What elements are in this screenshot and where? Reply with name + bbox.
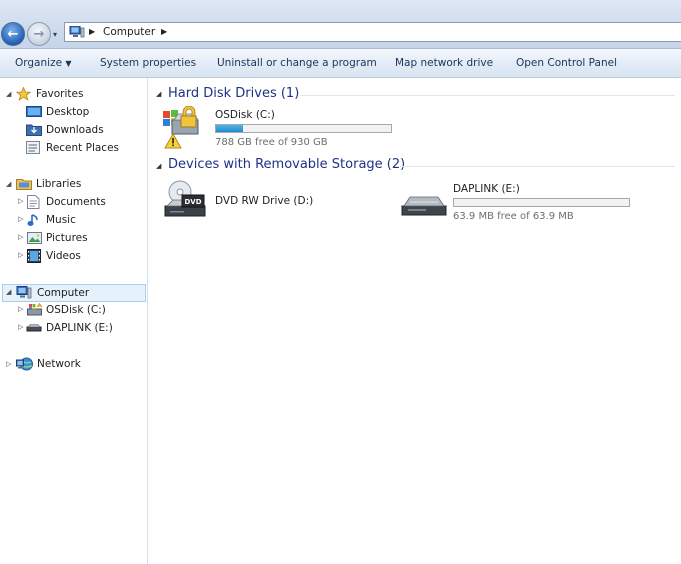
back-button[interactable]: ← — [1, 22, 25, 46]
map-network-drive-button[interactable]: Map network drive — [395, 57, 493, 69]
drive-c-usage-fill — [216, 125, 243, 132]
drive-tile-d[interactable]: DVD DVD RW Drive (D:) — [162, 180, 382, 222]
music-icon — [27, 214, 38, 226]
system-drive-icon — [27, 303, 42, 316]
drive-e-usage-bar — [453, 198, 630, 207]
system-drive-icon — [163, 106, 199, 149]
documents-icon — [27, 195, 40, 209]
collapsed-triangle-icon[interactable]: ▷ — [18, 233, 23, 241]
network-icon — [16, 357, 33, 371]
expanded-triangle-icon[interactable]: ◢ — [6, 90, 11, 98]
pictures-icon — [27, 232, 42, 244]
removable-drive-icon — [401, 196, 447, 216]
drive-tile-e[interactable]: DAPLINK (E:) 63.9 MB free of 63.9 MB — [400, 180, 640, 222]
collapsed-triangle-icon[interactable]: ▷ — [6, 360, 11, 368]
open-control-panel-button[interactable]: Open Control Panel — [516, 57, 617, 69]
nav-downloads-label: Downloads — [46, 124, 104, 136]
group-removable-storage[interactable]: Devices with Removable Storage (2) — [168, 157, 405, 172]
star-icon — [16, 87, 31, 101]
address-field[interactable]: ▶ Computer ▶ — [64, 22, 681, 42]
videos-icon — [27, 249, 41, 263]
collapse-group-triangle-icon[interactable]: ◢ — [156, 162, 161, 170]
drive-d-name: DVD RW Drive (D:) — [215, 195, 314, 207]
group-hard-disk-drives[interactable]: Hard Disk Drives (1) — [168, 86, 299, 101]
nav-computer-label: Computer — [37, 287, 90, 299]
group-divider — [300, 95, 675, 96]
organize-button[interactable]: Organize ▼ — [15, 57, 72, 69]
arrow-left-icon: ← — [7, 26, 19, 42]
address-bar-region: ← → ▾ ▶ Computer ▶ — [0, 0, 681, 49]
nav-videos-label: Videos — [46, 250, 81, 262]
navigation-pane: ◢ Favorites Desktop Downloads Recent Pla… — [0, 78, 148, 564]
nav-documents-label: Documents — [46, 196, 106, 208]
nav-music-label: Music — [46, 214, 76, 226]
computer-icon — [69, 26, 85, 38]
collapse-group-triangle-icon[interactable]: ◢ — [156, 90, 161, 98]
computer-icon — [16, 286, 32, 299]
dvd-drive-icon: DVD — [164, 180, 206, 217]
command-bar: Organize ▼ System properties Uninstall o… — [0, 49, 681, 78]
drive-c-usage-bar — [215, 124, 392, 133]
expanded-triangle-icon[interactable]: ◢ — [6, 288, 11, 296]
collapsed-triangle-icon[interactable]: ▷ — [18, 215, 23, 223]
breadcrumb-computer[interactable]: Computer — [103, 26, 155, 38]
drive-c-name: OSDisk (C:) — [215, 109, 275, 121]
system-properties-button[interactable]: System properties — [100, 57, 196, 69]
collapsed-triangle-icon[interactable]: ▷ — [18, 305, 23, 313]
downloads-folder-icon — [26, 124, 42, 136]
chevron-down-icon: ▼ — [65, 59, 72, 68]
libraries-icon — [16, 179, 32, 190]
dvd-label: DVD — [184, 198, 201, 206]
content-pane: ◢ Hard Disk Drives (1) OSDisk (C:) 788 G… — [148, 78, 681, 564]
uninstall-program-button[interactable]: Uninstall or change a program — [217, 57, 377, 69]
drive-e-free-space: 63.9 MB free of 63.9 MB — [453, 211, 574, 222]
chevron-right-icon[interactable]: ▶ — [89, 27, 95, 36]
drive-c-free-space: 788 GB free of 930 GB — [215, 137, 328, 148]
drive-e-name: DAPLINK (E:) — [453, 183, 520, 195]
collapsed-triangle-icon[interactable]: ▷ — [18, 251, 23, 259]
nav-libraries-label: Libraries — [36, 178, 82, 190]
nav-favorites-label: Favorites — [36, 88, 84, 100]
collapsed-triangle-icon[interactable]: ▷ — [18, 197, 23, 205]
nav-pictures-label: Pictures — [46, 232, 88, 244]
nav-desktop-label: Desktop — [46, 106, 90, 118]
forward-button[interactable]: → — [27, 22, 51, 46]
collapsed-triangle-icon[interactable]: ▷ — [18, 323, 23, 331]
expanded-triangle-icon[interactable]: ◢ — [6, 180, 11, 188]
removable-drive-icon — [26, 324, 42, 332]
recent-places-icon — [26, 141, 40, 154]
nav-osdisk-label: OSDisk (C:) — [46, 304, 106, 316]
chevron-right-icon[interactable]: ▶ — [161, 27, 167, 36]
drive-tile-c[interactable]: OSDisk (C:) 788 GB free of 930 GB — [162, 106, 394, 152]
nav-recent-label: Recent Places — [46, 142, 120, 154]
arrow-right-icon: → — [33, 26, 45, 42]
desktop-icon — [26, 106, 42, 117]
nav-network-label: Network — [37, 358, 81, 370]
recent-pages-dropdown[interactable]: ▾ — [53, 30, 57, 39]
group-divider — [400, 166, 675, 167]
nav-daplink-label: DAPLINK (E:) — [46, 322, 113, 334]
